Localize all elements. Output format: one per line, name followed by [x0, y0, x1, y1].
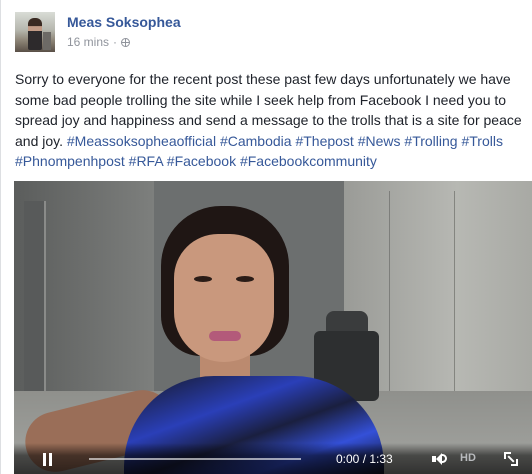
post-header: Meas Soksophea 16 mins ·	[15, 12, 525, 56]
post-message: Sorry to everyone for the recent post th…	[15, 69, 529, 172]
time-display: 0:00 / 1:33	[336, 452, 393, 466]
hashtag-link[interactable]: #Thepost	[295, 133, 353, 149]
pause-icon[interactable]	[42, 453, 53, 466]
hashtag-link[interactable]: #Phnompenhpost	[15, 153, 125, 169]
avatar[interactable]	[15, 12, 55, 52]
hd-toggle[interactable]: HD	[460, 452, 476, 464]
hashtag-link[interactable]: #Meassoksopheaofficial	[67, 133, 216, 149]
hashtag-link[interactable]: #Trolls	[461, 133, 503, 149]
video-controls: 0:00 / 1:33 HD	[14, 443, 532, 474]
meta-separator: ·	[113, 35, 118, 49]
video-player[interactable]: 0:00 / 1:33 HD	[14, 181, 532, 474]
seek-bar[interactable]	[89, 458, 301, 460]
hashtag-link[interactable]: #RFA	[129, 153, 163, 169]
hashtag-list: #Meassoksopheaofficial #Cambodia #Thepos…	[15, 133, 503, 170]
hashtag-link[interactable]: #Cambodia	[220, 133, 292, 149]
video-frame-person	[18, 206, 384, 474]
hashtag-link[interactable]: #Trolling	[404, 133, 457, 149]
globe-icon[interactable]	[121, 38, 131, 47]
timestamp[interactable]: 16 mins	[67, 35, 109, 49]
volume-icon[interactable]	[432, 452, 448, 466]
hashtag-link[interactable]: #Facebookcommunity	[240, 153, 377, 169]
fullscreen-icon[interactable]	[504, 452, 518, 466]
hashtag-link[interactable]: #News	[358, 133, 401, 149]
author-name[interactable]: Meas Soksophea	[67, 14, 181, 30]
hashtag-link[interactable]: #Facebook	[167, 153, 236, 169]
facebook-post: Meas Soksophea 16 mins · Sorry to everyon…	[0, 0, 532, 474]
post-meta: 16 mins ·	[67, 35, 131, 49]
